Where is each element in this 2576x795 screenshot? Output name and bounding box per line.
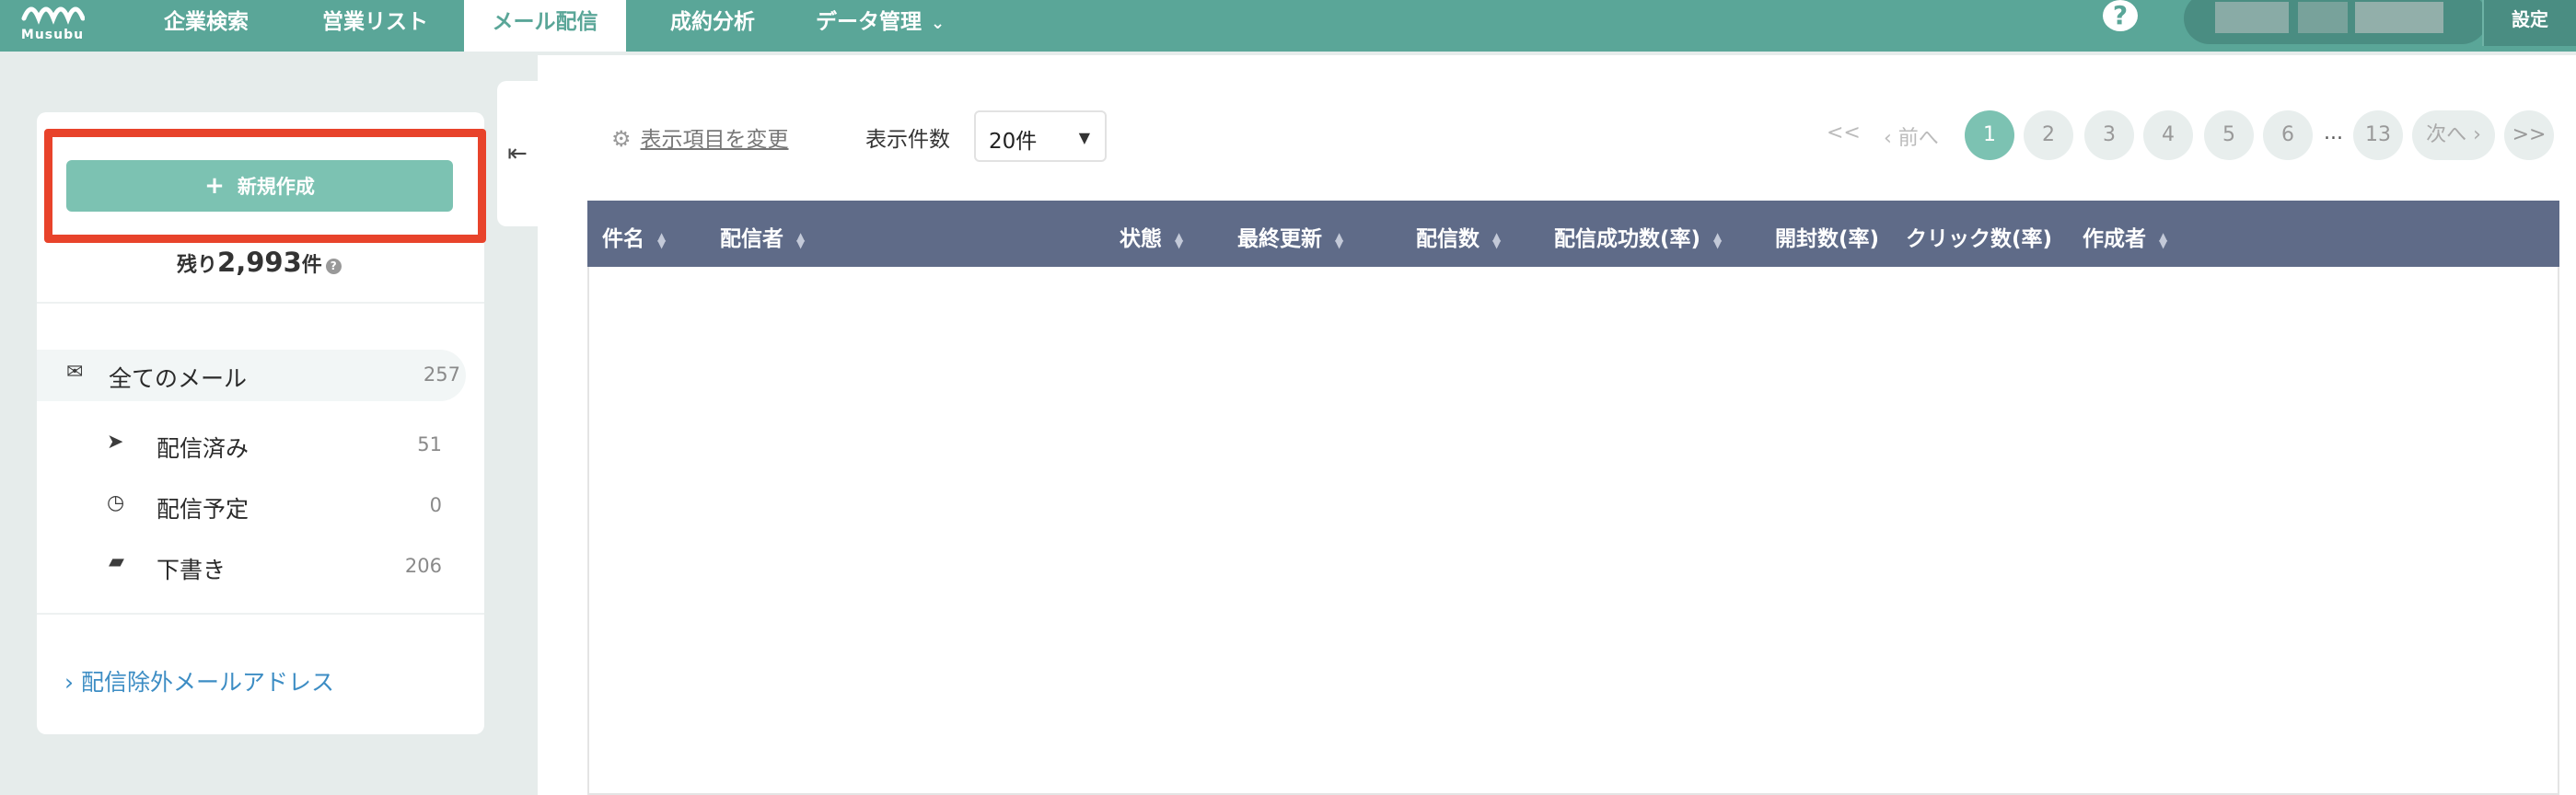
sort-icon: ▲ ▼ <box>1713 229 1723 250</box>
chevron-down-icon: ⌄ <box>931 14 946 33</box>
first-page-button[interactable]: << <box>1827 121 1861 144</box>
nav-email-delivery[interactable]: メール配信 <box>464 0 626 52</box>
excluded-addresses-label: 配信除外メールアドレス <box>80 669 334 696</box>
per-page-select[interactable]: 20件 ▼ <box>974 110 1107 162</box>
column-header-label: 配信数 <box>1416 227 1479 251</box>
column-header-sender[interactable]: 配信者 ▲ ▼ <box>720 221 805 252</box>
column-header-label: 配信者 <box>720 227 783 251</box>
page-button-1[interactable]: 1 <box>1965 110 2014 160</box>
plus-icon: + <box>204 172 225 200</box>
brand-name: Musubu <box>20 28 85 42</box>
sidebar-divider <box>37 613 484 615</box>
column-header-status[interactable]: 状態 ▲ ▼ <box>1120 221 1183 252</box>
sidebar-item-label: 全てのメール <box>109 365 248 392</box>
chevron-left-icon: ‹ <box>1884 127 1898 150</box>
collapse-sidebar-icon[interactable]: ⇤ <box>497 81 538 226</box>
new-email-button[interactable]: + 新規作成 <box>66 160 453 212</box>
caret-down-icon: ▼ <box>1078 129 1090 146</box>
column-header-label: 状態 <box>1120 227 1162 251</box>
prev-page-label: 前へ <box>1897 127 1939 150</box>
sidebar-item-count: 0 <box>429 494 442 516</box>
settings-button[interactable]: 設定 <box>2482 0 2576 46</box>
page-button-6[interactable]: 6 <box>2263 110 2313 160</box>
remaining-suffix: 件 <box>301 254 322 277</box>
column-header-success-rate[interactable]: 配信成功数(率) ▲ ▼ <box>1554 221 1722 252</box>
sidebar-divider <box>37 302 484 304</box>
sidebar-item-all-mail[interactable]: ✉ 全てのメール 257 <box>37 350 466 401</box>
top-navbar: Musubu 企業検索 営業リスト メール配信 成約分析 データ管理 ⌄ ? 設定 <box>0 0 2576 52</box>
sidebar-item-label: 下書き <box>157 557 226 583</box>
page-button-2[interactable]: 2 <box>2024 110 2073 160</box>
sidebar-item-count: 206 <box>404 555 442 577</box>
clock-icon: ◷ <box>107 491 125 514</box>
page-button-4[interactable]: 4 <box>2143 110 2193 160</box>
redacted-username <box>2215 2 2289 33</box>
sort-icon: ▲ ▼ <box>1175 229 1184 250</box>
sidebar-item-sent[interactable]: ➤ 配信済み 51 <box>37 420 466 471</box>
help-icon[interactable]: ? <box>2103 0 2138 31</box>
per-page-label: 表示件数 <box>865 128 950 152</box>
prev-page-button[interactable]: ‹ 前へ <box>1884 121 1939 151</box>
column-header-creator[interactable]: 作成者 ▲ ▼ <box>2083 221 2167 252</box>
nav-sales-list[interactable]: 営業リスト <box>322 0 428 52</box>
next-page-label: 次へ <box>2426 123 2467 146</box>
chevron-right-icon: › <box>64 669 81 696</box>
nav-data-management-label: データ管理 <box>816 10 922 34</box>
column-header-click-rate: クリック数(率) <box>1906 227 2053 251</box>
question-icon[interactable]: ? <box>325 258 342 274</box>
column-header-label: 作成者 <box>2083 227 2146 251</box>
next-page-button[interactable]: 次へ › <box>2412 110 2495 160</box>
gear-icon: ⚙ <box>611 126 632 152</box>
sort-icon: ▲ ▼ <box>2159 229 2168 250</box>
page-button-5[interactable]: 5 <box>2204 110 2254 160</box>
sidebar-item-count: 51 <box>417 433 442 455</box>
page-button-13[interactable]: 13 <box>2353 110 2403 160</box>
sidebar-item-drafts[interactable]: ▰ 下書き 206 <box>37 541 466 593</box>
sidebar-item-label: 配信予定 <box>157 496 249 523</box>
redacted-username <box>2355 2 2443 33</box>
sort-icon: ▲ ▼ <box>1492 229 1502 250</box>
nav-company-search[interactable]: 企業検索 <box>164 0 249 52</box>
column-header-subject[interactable]: 件名 ▲ ▼ <box>602 221 666 252</box>
column-header-sent-count[interactable]: 配信数 ▲ ▼ <box>1416 221 1501 252</box>
remaining-prefix: 残り <box>177 254 218 277</box>
column-header-last-updated[interactable]: 最終更新 ▲ ▼ <box>1237 221 1343 252</box>
sort-icon: ▲ ▼ <box>1335 229 1344 250</box>
column-header-label: 配信成功数(率) <box>1554 227 1701 251</box>
envelope-icon: ✉ <box>66 361 84 384</box>
paper-plane-icon: ➤ <box>107 431 124 454</box>
last-page-button[interactable]: >> <box>2504 110 2554 160</box>
column-header-label: 件名 <box>602 227 644 251</box>
sort-icon: ▲ ▼ <box>796 229 806 250</box>
mail-table <box>587 201 2559 795</box>
redacted-username <box>2298 2 2348 33</box>
column-header-label: 最終更新 <box>1237 227 1322 251</box>
pagination-ellipsis: ... <box>2324 121 2343 144</box>
excluded-addresses-link[interactable]: › 配信除外メールアドレス <box>64 664 334 697</box>
sort-icon: ▲ ▼ <box>657 229 667 250</box>
chevron-right-icon: › <box>2466 123 2481 146</box>
sidebar-item-count: 257 <box>423 363 460 386</box>
document-icon: ▰ <box>109 550 124 573</box>
remaining-count: 2,993 <box>217 247 302 278</box>
nav-data-management[interactable]: データ管理 ⌄ <box>816 0 945 52</box>
new-email-button-label: 新規作成 <box>237 176 315 198</box>
column-settings-link[interactable]: ⚙ 表示項目を変更 <box>611 121 789 153</box>
nav-deal-analysis[interactable]: 成約分析 <box>670 0 755 52</box>
user-account-menu[interactable] <box>2184 0 2488 44</box>
sidebar-item-scheduled[interactable]: ◷ 配信予定 0 <box>37 480 466 532</box>
column-settings-label: 表示項目を変更 <box>640 128 789 152</box>
per-page-value: 20件 <box>989 130 1038 154</box>
page-button-3[interactable]: 3 <box>2084 110 2134 160</box>
column-header-open-rate: 開封数(率) <box>1775 227 1880 251</box>
remaining-quota: 残り2,993件? <box>177 247 342 278</box>
sidebar-item-label: 配信済み <box>157 435 249 462</box>
